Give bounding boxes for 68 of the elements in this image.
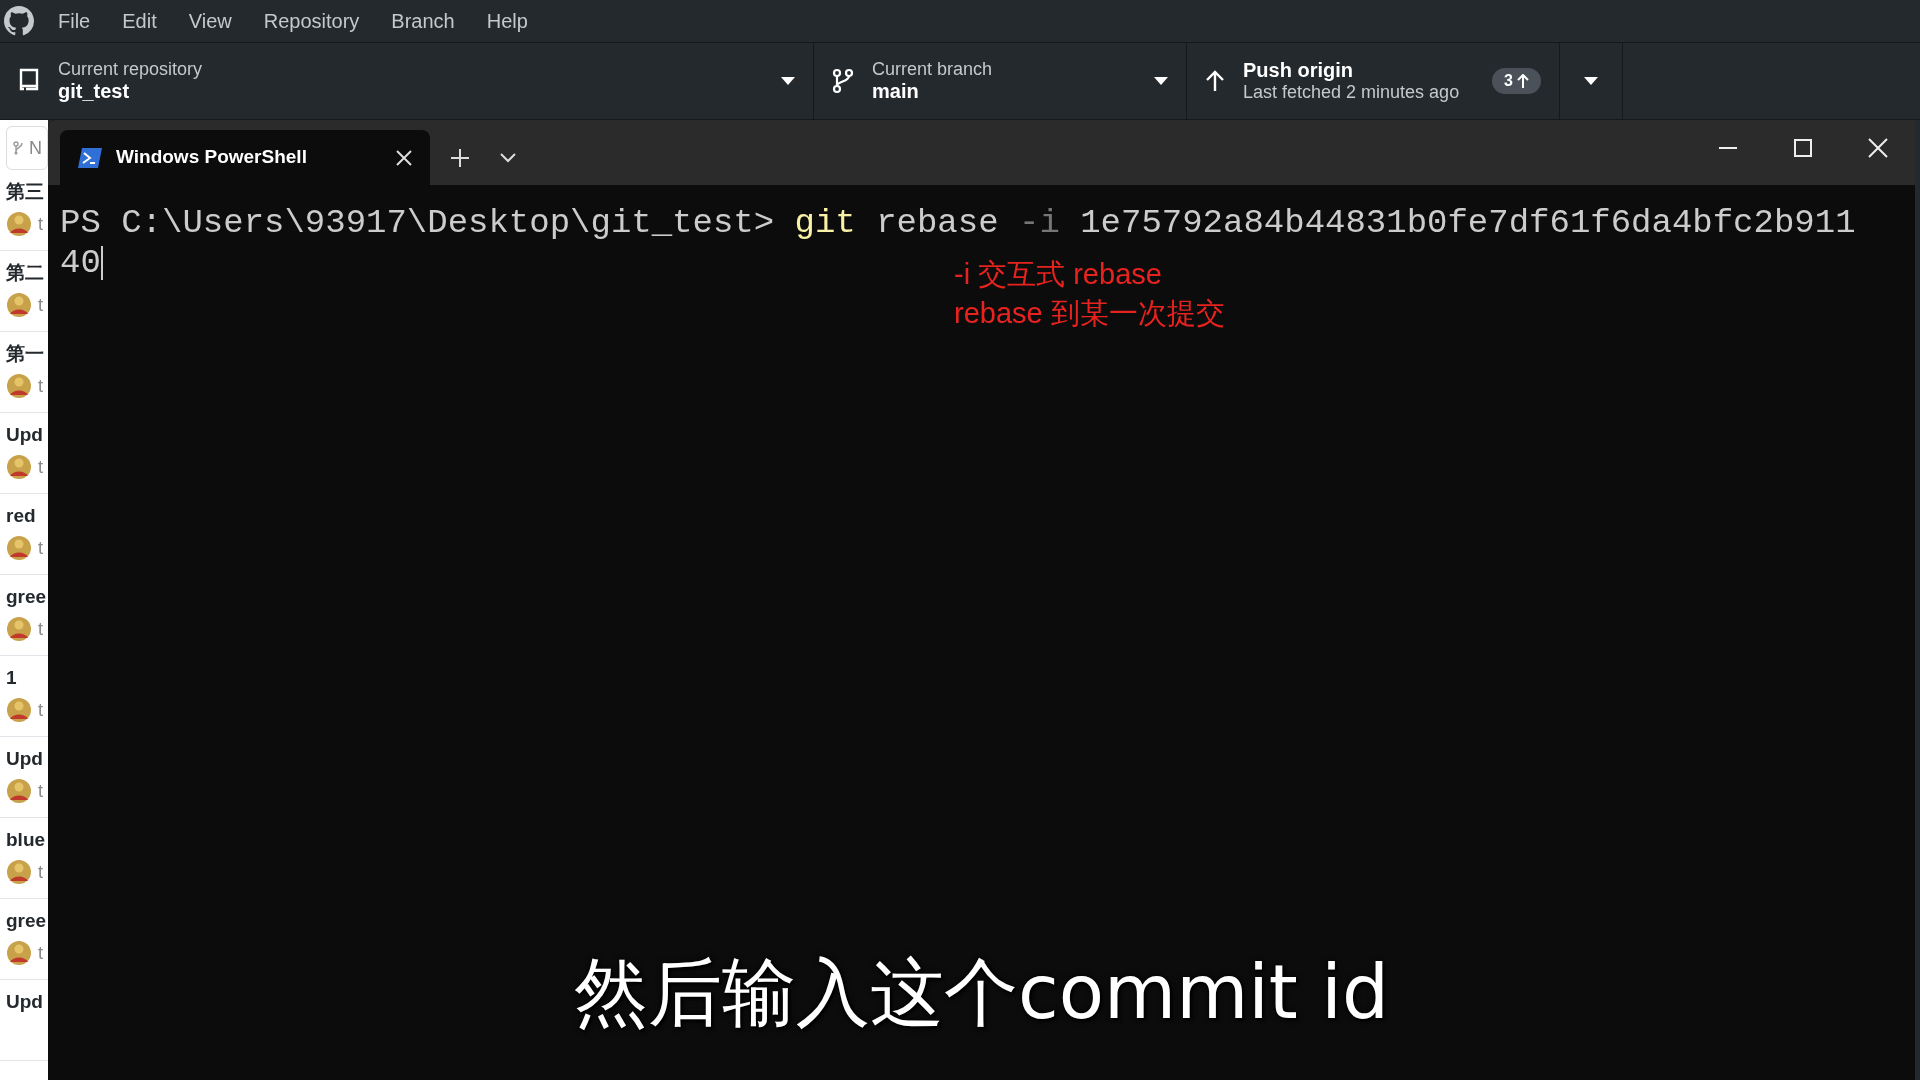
maximize-icon — [1793, 138, 1812, 157]
commit-title: gree — [6, 585, 48, 609]
caret-icon — [1154, 77, 1168, 85]
tab-title: Windows PowerShell — [116, 145, 308, 170]
repository-name: git_test — [58, 79, 131, 103]
avatar-icon — [6, 940, 32, 967]
branch-label: Current branch — [872, 59, 993, 80]
commit-author: t — [38, 212, 43, 236]
menu-item[interactable]: Help — [470, 6, 544, 36]
commit-title: red — [6, 504, 37, 528]
avatar-icon — [6, 697, 32, 724]
caret-icon — [781, 77, 795, 85]
annotation-text: -i 交互式 rebase — [954, 257, 1163, 292]
avatar-icon — [6, 373, 32, 400]
commit-author: t — [38, 455, 43, 479]
close-icon — [1867, 137, 1888, 158]
commit-title: Upd — [6, 423, 44, 447]
terminal-tab[interactable]: Windows PowerShell — [60, 130, 430, 185]
menu-item[interactable]: Edit — [106, 6, 173, 36]
commit-author: t — [38, 536, 43, 560]
commit-title: 第二 — [6, 261, 45, 285]
commit-author: t — [38, 941, 43, 965]
repository-label: Current repository — [58, 59, 203, 80]
terminal-text: 40 — [60, 244, 101, 282]
avatar-icon — [6, 778, 32, 805]
branch-icon — [832, 68, 854, 94]
commit-title: 1 — [6, 666, 18, 690]
commit-author: t — [38, 860, 43, 884]
caret-icon — [1584, 77, 1598, 85]
push-title: Push origin — [1243, 59, 1354, 83]
repository-selector[interactable]: Current repository git_test — [0, 43, 814, 119]
plus-icon — [450, 147, 470, 168]
minimize-icon — [1718, 146, 1737, 149]
branch-icon — [13, 141, 25, 155]
commit-author: t — [38, 698, 43, 722]
terminal-command-line: PS C:\Users\93917\Desktop\git_test> git rebase -i 1e75792a84b44831b0fe7df61f6da4bfc2b911 — [60, 203, 1857, 243]
commit-author: t — [38, 617, 43, 641]
github-logo-icon — [4, 6, 34, 36]
commit-title: 第一 — [6, 342, 45, 366]
push-button[interactable]: Push origin Last fetched 2 minutes ago 3 — [1187, 43, 1560, 119]
branch-name: main — [872, 79, 920, 103]
menu-item[interactable]: Repository — [247, 6, 376, 36]
close-icon[interactable] — [396, 149, 412, 166]
powershell-icon — [78, 147, 102, 168]
push-subtitle: Last fetched 2 minutes ago — [1243, 82, 1460, 103]
menu-item[interactable]: File — [42, 6, 107, 36]
avatar-icon — [6, 535, 32, 562]
commit-author: t — [38, 779, 43, 803]
commit-author: t — [38, 374, 43, 398]
avatar-icon — [6, 454, 32, 481]
avatar-icon — [6, 211, 32, 238]
branch-selector[interactable]: Current branch main — [814, 43, 1187, 119]
subtitle: 然后输入这个commit id — [574, 947, 1389, 1037]
commit-title: blue — [6, 828, 47, 852]
commit-title: Upd — [6, 747, 44, 771]
avatar-icon — [6, 616, 32, 643]
menu-item[interactable]: Branch — [375, 6, 471, 36]
commit-title: Upd — [6, 990, 44, 1014]
ahead-count-badge: 3 — [1492, 68, 1541, 94]
chevron-down-icon — [500, 152, 516, 163]
avatar-icon — [6, 859, 32, 886]
annotation-text: rebase 到某一次提交 — [954, 296, 1225, 331]
commit-title: gree — [6, 909, 48, 933]
commit-author: t — [38, 293, 43, 317]
avatar-icon — [6, 292, 32, 319]
commit-title: 第三 — [6, 180, 45, 204]
menu-item[interactable]: View — [172, 6, 248, 36]
arrow-up-icon — [1205, 70, 1225, 92]
